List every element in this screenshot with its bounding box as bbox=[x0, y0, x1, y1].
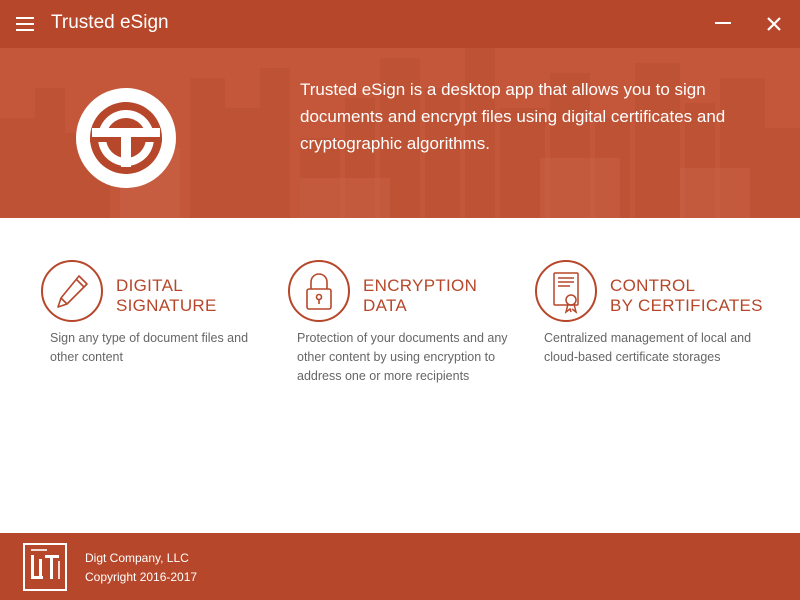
footer-info: Digt Company, LLC Copyright 2016-2017 bbox=[85, 549, 197, 587]
copyright-text: Copyright 2016-2017 bbox=[85, 570, 198, 584]
company-logo bbox=[23, 543, 67, 591]
feature-description: Protection of your documents and any oth… bbox=[297, 331, 508, 383]
company-name: Digt Company, LLC bbox=[85, 551, 189, 565]
app-logo bbox=[76, 88, 176, 188]
title-bar: Trusted eSign bbox=[0, 0, 800, 48]
minimize-button[interactable] bbox=[708, 10, 738, 38]
footer: Digt Company, LLC Copyright 2016-2017 bbox=[0, 533, 800, 600]
hero-banner: Trusted eSign is a desktop app that allo… bbox=[0, 48, 800, 218]
app-description: Trusted eSign is a desktop app that allo… bbox=[300, 80, 726, 153]
feature-title: CONTROL BY CERTIFICATES bbox=[610, 276, 763, 315]
padlock-icon bbox=[288, 260, 350, 322]
app-title: Trusted eSign bbox=[51, 12, 169, 33]
pen-icon bbox=[41, 260, 103, 322]
feature-title: ENCRYPTION DATA bbox=[363, 276, 478, 315]
feature-title: DIGITAL SIGNATURE bbox=[116, 276, 217, 315]
close-button[interactable] bbox=[760, 10, 788, 38]
feature-description: Sign any type of document files and othe… bbox=[50, 331, 249, 364]
feature-description: Centralized management of local and clou… bbox=[544, 331, 752, 364]
close-icon bbox=[767, 17, 781, 31]
menu-icon[interactable] bbox=[16, 14, 36, 34]
minimize-icon bbox=[715, 22, 731, 24]
certificate-icon bbox=[535, 260, 597, 322]
